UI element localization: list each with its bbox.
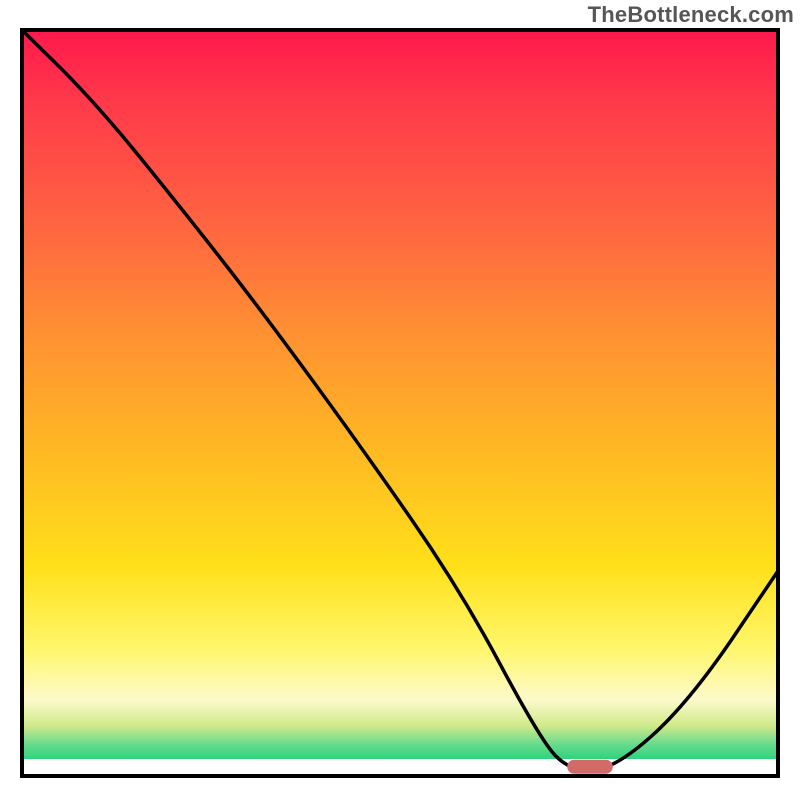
chart-stage: TheBottleneck.com bbox=[0, 0, 800, 800]
plot-area bbox=[20, 28, 780, 778]
watermark-text: TheBottleneck.com bbox=[588, 2, 794, 28]
